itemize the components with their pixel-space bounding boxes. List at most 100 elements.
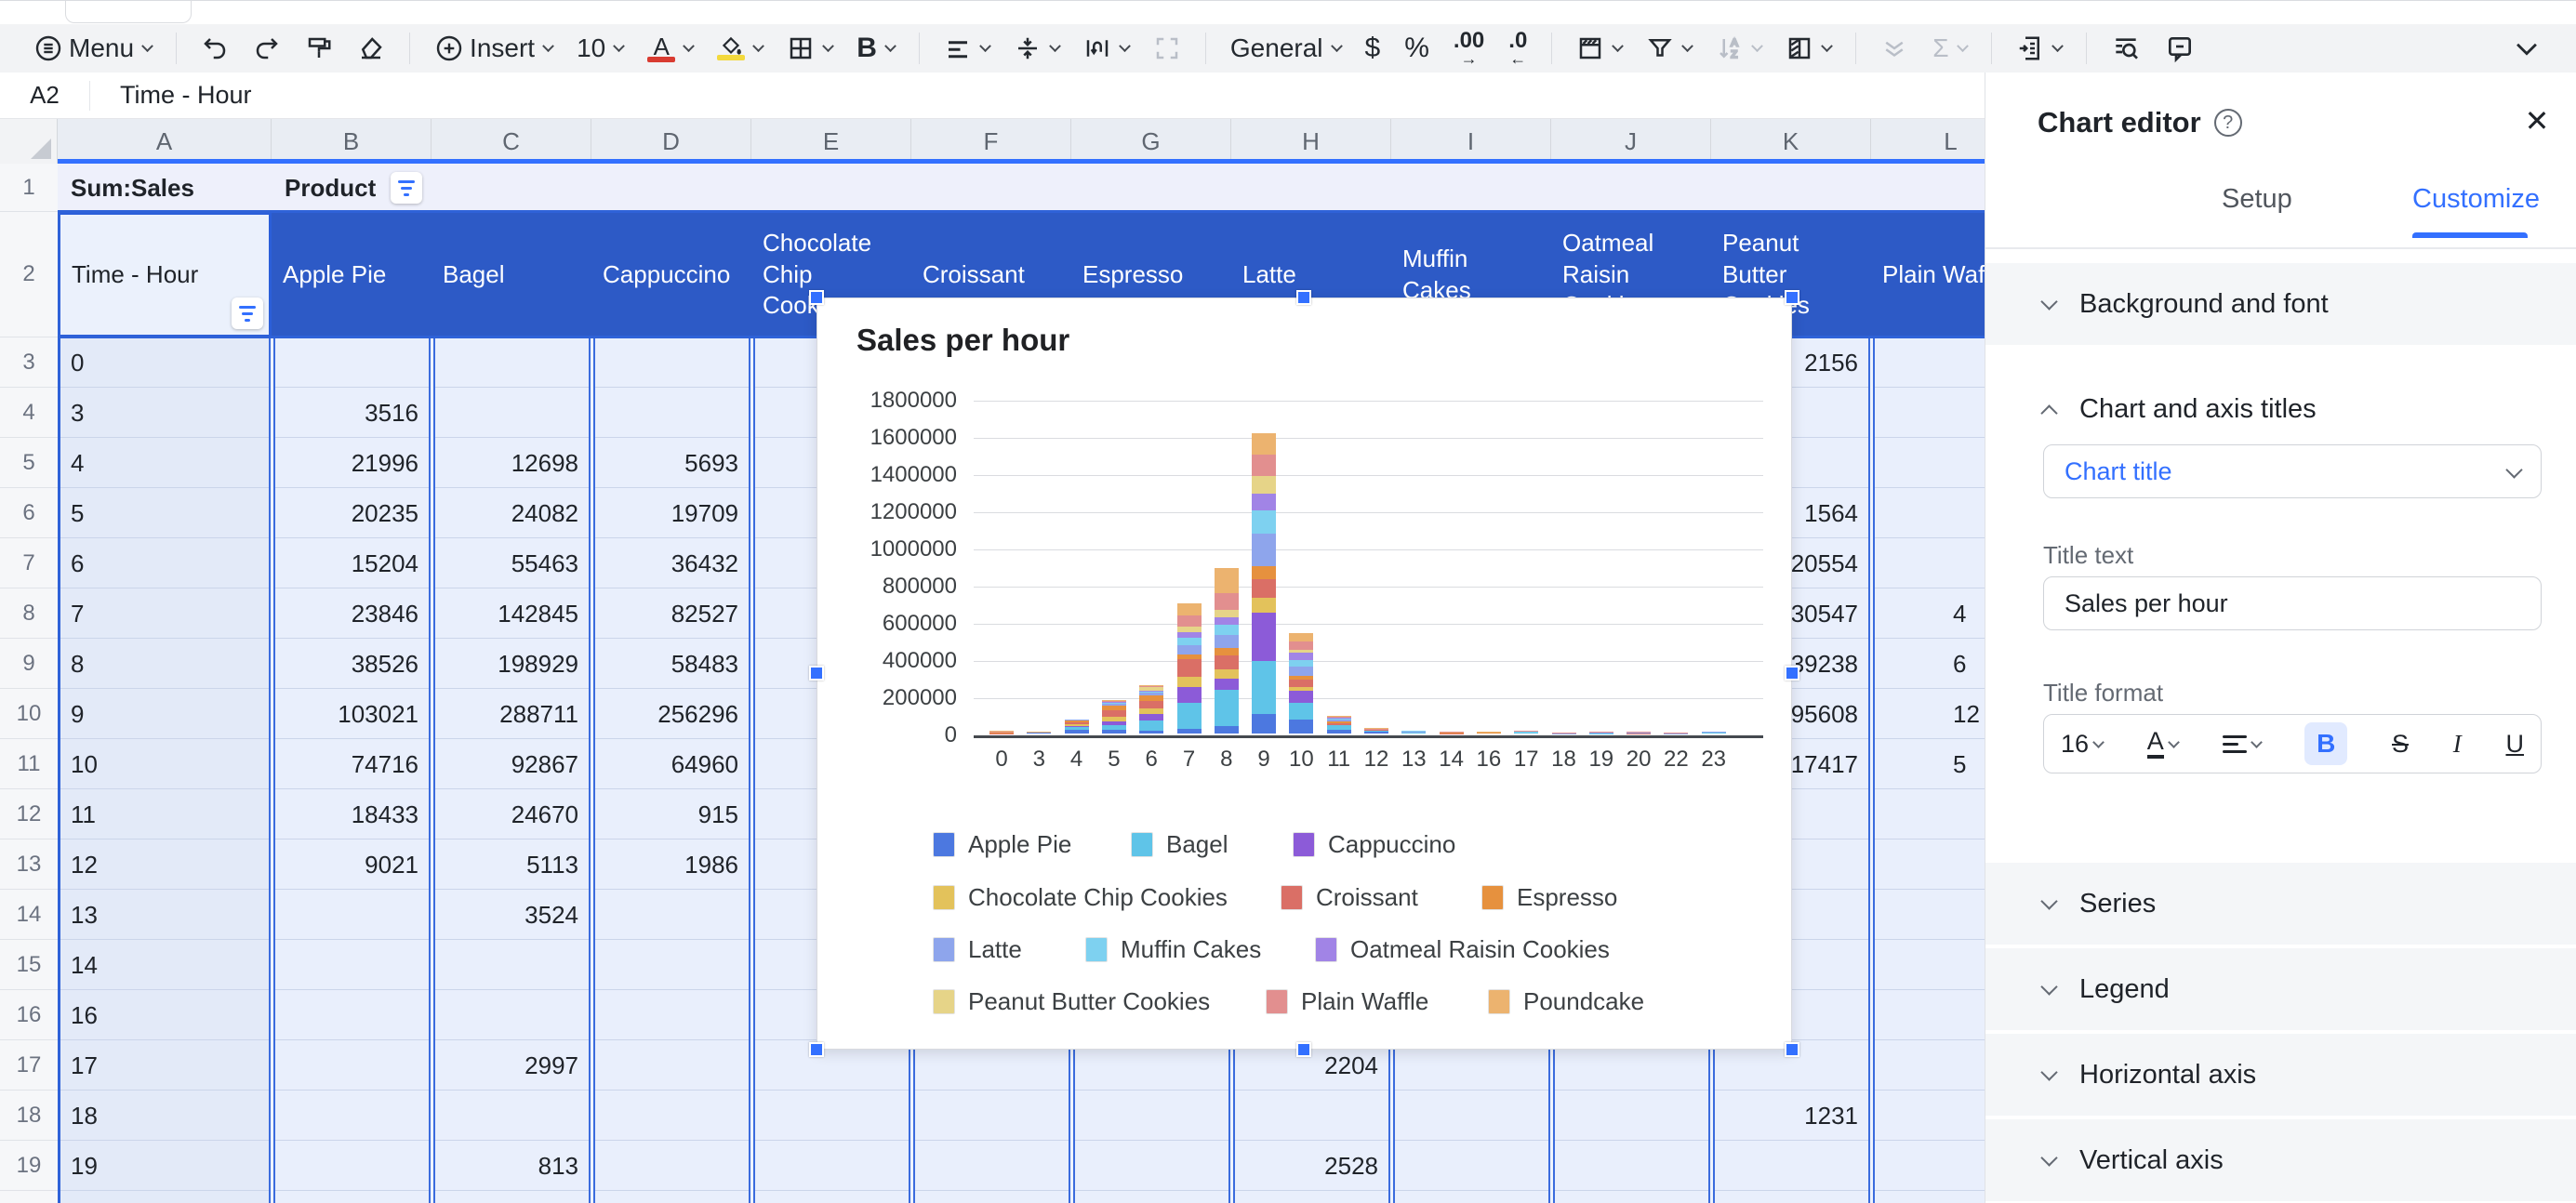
- text-rotation-button[interactable]: [1076, 31, 1136, 66]
- cell-C15[interactable]: [432, 940, 591, 990]
- cell-B5[interactable]: 21996: [272, 438, 432, 488]
- row-header-12[interactable]: 12: [0, 789, 58, 839]
- help-icon[interactable]: ?: [2214, 109, 2242, 137]
- row-header-20[interactable]: 20: [0, 1191, 58, 1203]
- cell-B18[interactable]: [272, 1091, 432, 1141]
- cell-D6[interactable]: 19709: [591, 488, 751, 538]
- font-size-dropdown[interactable]: 10: [569, 30, 631, 67]
- column-header-I[interactable]: I: [1391, 119, 1551, 164]
- format-font-size-dropdown[interactable]: 16: [2061, 730, 2103, 759]
- section-background-and-font[interactable]: Background and font: [1985, 263, 2576, 345]
- cell-A9[interactable]: 8: [58, 639, 272, 689]
- cell-D14[interactable]: [591, 890, 751, 940]
- cell-I18[interactable]: [1391, 1091, 1551, 1141]
- cell-row20[interactable]: [1711, 1191, 1871, 1203]
- cell-C8[interactable]: 142845: [432, 588, 591, 639]
- cell-a1[interactable]: Sum:Sales: [58, 164, 272, 212]
- chart-resize-handle[interactable]: [809, 1042, 824, 1057]
- currency-button[interactable]: $: [1358, 29, 1388, 68]
- row-header-2[interactable]: 2: [0, 212, 58, 337]
- search-button[interactable]: [2104, 30, 2148, 67]
- cell-D12[interactable]: 915: [591, 789, 751, 839]
- cell-K19[interactable]: [1711, 1141, 1871, 1191]
- row-header-3[interactable]: 3: [0, 337, 58, 388]
- cell-C5[interactable]: 12698: [432, 438, 591, 488]
- format-underline-button[interactable]: U: [2505, 730, 2524, 759]
- cell-L10[interactable]: 12: [1871, 689, 1985, 739]
- cell-B6[interactable]: 20235: [272, 488, 432, 538]
- cell-L8[interactable]: 4: [1871, 588, 1985, 639]
- cell-L19[interactable]: [1871, 1141, 1985, 1191]
- cell-row20[interactable]: [591, 1191, 751, 1203]
- cell-D16[interactable]: [591, 990, 751, 1040]
- cell-C12[interactable]: 24670: [432, 789, 591, 839]
- decrease-decimal-button[interactable]: .0←: [1501, 26, 1534, 71]
- cell-row20[interactable]: [1231, 1191, 1391, 1203]
- cell-F18[interactable]: [911, 1091, 1071, 1141]
- chart-resize-handle[interactable]: [1785, 290, 1799, 305]
- cell-C11[interactable]: 92867: [432, 739, 591, 789]
- row-header-18[interactable]: 18: [0, 1091, 58, 1141]
- format-bold-button[interactable]: B: [2304, 722, 2347, 765]
- cell-L12[interactable]: [1871, 789, 1985, 839]
- sum-button[interactable]: Σ: [1925, 30, 1973, 67]
- cell-D7[interactable]: 36432: [591, 538, 751, 588]
- cell-B14[interactable]: [272, 890, 432, 940]
- cell-L9[interactable]: 6: [1871, 639, 1985, 689]
- column-header-H[interactable]: H: [1231, 119, 1391, 164]
- cell-A19[interactable]: 19: [58, 1141, 272, 1191]
- chart-resize-handle[interactable]: [809, 290, 824, 305]
- column-header-D[interactable]: D: [591, 119, 751, 164]
- row-header-7[interactable]: 7: [0, 538, 58, 588]
- cell-L6[interactable]: [1871, 488, 1985, 538]
- cell-G19[interactable]: [1071, 1141, 1231, 1191]
- column-header-J[interactable]: J: [1551, 119, 1711, 164]
- format-italic-button[interactable]: I: [2453, 730, 2462, 759]
- chart-resize-handle[interactable]: [1296, 1042, 1311, 1057]
- increase-decimal-button[interactable]: .00→: [1446, 26, 1492, 71]
- cell-L3[interactable]: [1871, 337, 1985, 388]
- cell-C19[interactable]: 813: [432, 1141, 591, 1191]
- cell-B16[interactable]: [272, 990, 432, 1040]
- cell-A6[interactable]: 5: [58, 488, 272, 538]
- cell-L18[interactable]: [1871, 1091, 1985, 1141]
- cell-C13[interactable]: 5113: [432, 839, 591, 890]
- cell-style-button[interactable]: [1569, 31, 1629, 66]
- cell-A18[interactable]: 18: [58, 1091, 272, 1141]
- cell-D17[interactable]: [591, 1040, 751, 1091]
- section-legend[interactable]: Legend: [1985, 948, 2576, 1030]
- cell-B11[interactable]: 74716: [272, 739, 432, 789]
- cell-B12[interactable]: 18433: [272, 789, 432, 839]
- cell-L17[interactable]: [1871, 1040, 1985, 1091]
- collapse-toolbar-button[interactable]: [2503, 29, 2550, 68]
- cell-B15[interactable]: [272, 940, 432, 990]
- tab-customize[interactable]: Customize: [2412, 184, 2540, 215]
- cell-J18[interactable]: [1551, 1091, 1711, 1141]
- filter-icon[interactable]: [232, 297, 263, 329]
- close-panel-button[interactable]: ✕: [2520, 104, 2554, 138]
- cell-D3[interactable]: [591, 337, 751, 388]
- cell-H19[interactable]: 2528: [1231, 1141, 1391, 1191]
- cell-B4[interactable]: 3516: [272, 388, 432, 438]
- cell-H18[interactable]: [1231, 1091, 1391, 1141]
- cell-B7[interactable]: 15204: [272, 538, 432, 588]
- cell-a2-active[interactable]: Time - Hour: [58, 212, 272, 337]
- fill-color-button[interactable]: [710, 33, 770, 64]
- cell-D19[interactable]: [591, 1141, 751, 1191]
- row-header-11[interactable]: 11: [0, 739, 58, 789]
- cell-A11[interactable]: 10: [58, 739, 272, 789]
- cell-L15[interactable]: [1871, 940, 1985, 990]
- cell-row20[interactable]: [1391, 1191, 1551, 1203]
- cell-C10[interactable]: 288711: [432, 689, 591, 739]
- cell-D8[interactable]: 82527: [591, 588, 751, 639]
- cell-A14[interactable]: 13: [58, 890, 272, 940]
- header-cell-C2[interactable]: Bagel: [432, 212, 591, 337]
- cell-E19[interactable]: [751, 1141, 911, 1191]
- cell-D11[interactable]: 64960: [591, 739, 751, 789]
- cell-row20[interactable]: [58, 1191, 272, 1203]
- eraser-button[interactable]: [350, 31, 392, 66]
- section-chart-and-axis-titles[interactable]: Chart and axis titles: [1985, 368, 2576, 450]
- cell-D18[interactable]: [591, 1091, 751, 1141]
- header-cell-B2[interactable]: Apple Pie: [272, 212, 432, 337]
- cell-A17[interactable]: 17: [58, 1040, 272, 1091]
